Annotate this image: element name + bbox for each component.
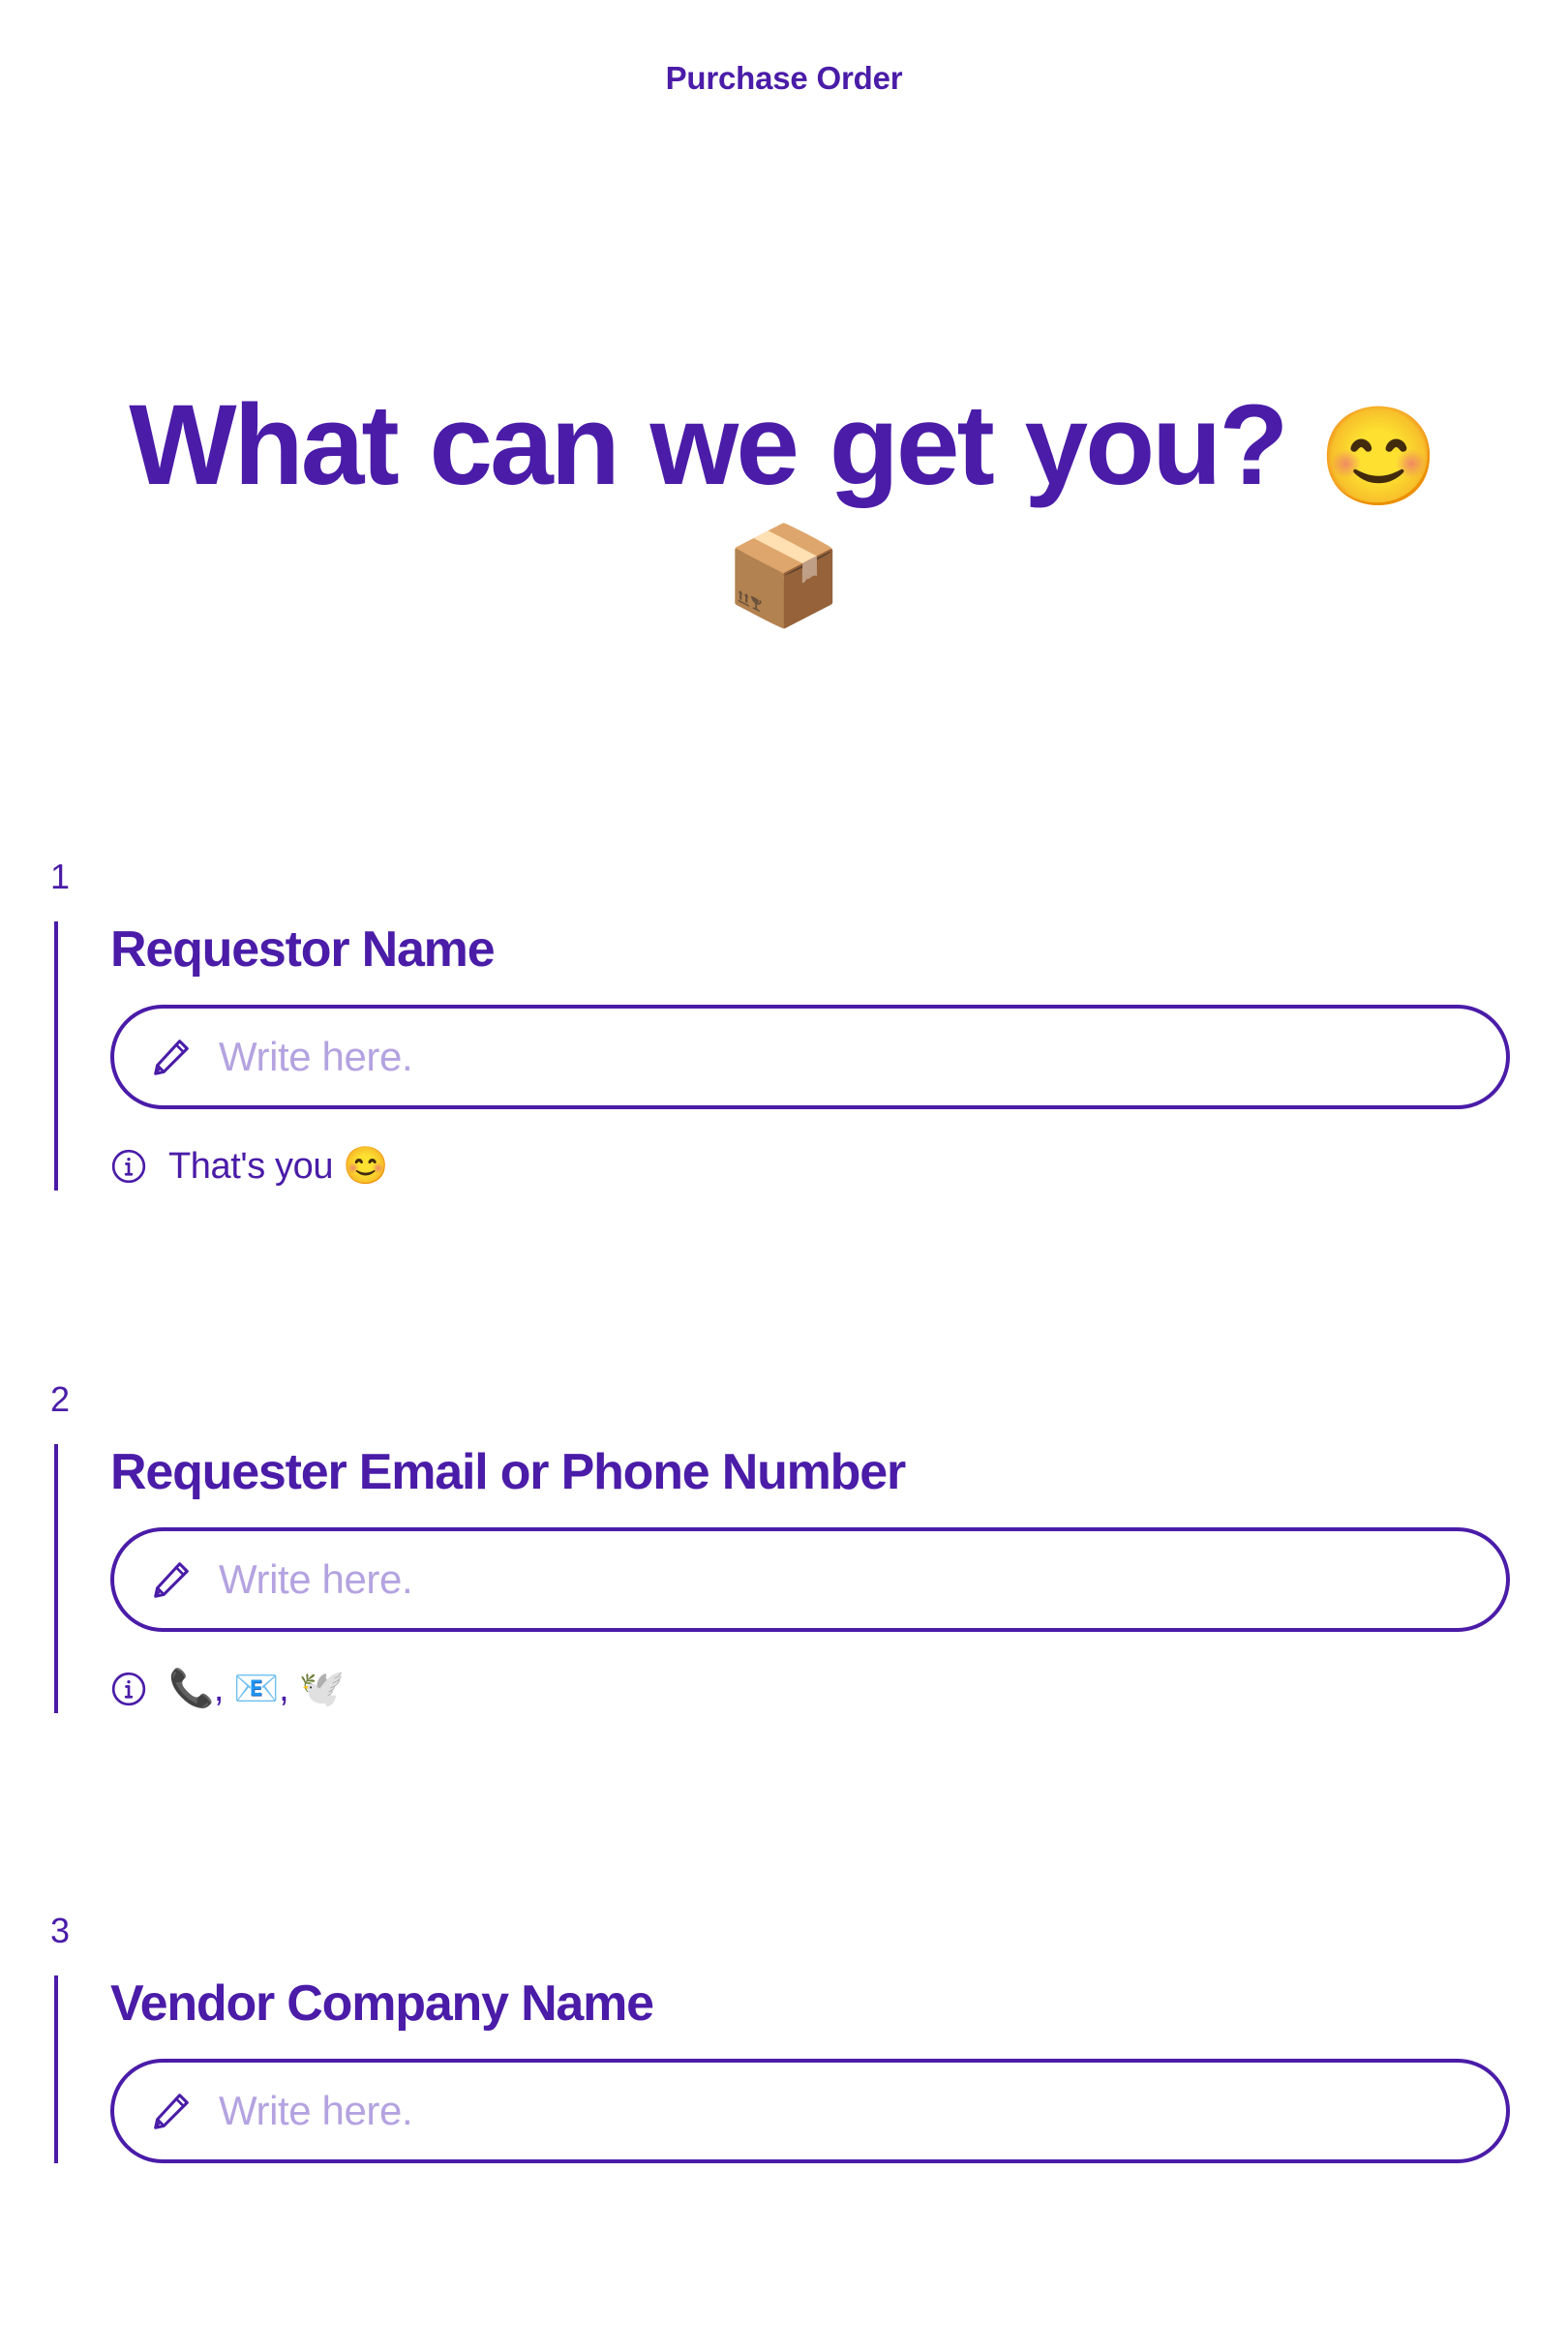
requester-contact-field[interactable]: Write here.: [110, 1527, 1510, 1632]
pencil-icon: [149, 2089, 194, 2133]
vendor-company-name-placeholder: Write here.: [219, 2091, 412, 2131]
info-circle-icon: [110, 1671, 147, 1707]
question-hint-text-1: That's you 😊: [168, 1148, 388, 1185]
question-body-2: Requester Email or Phone Number Write he…: [54, 1444, 1516, 1713]
question-number-2: 2: [50, 1382, 70, 1417]
page-heading-text: What can we get you?: [129, 381, 1285, 509]
question-hint-text-2: 📞, 📧, 🕊️: [168, 1671, 344, 1707]
requester-contact-placeholder: Write here.: [219, 1559, 412, 1600]
purchase-order-form-page: Purchase Order What can we get you? 😊📦 1…: [0, 0, 1568, 2352]
question-hint-1: That's you 😊: [110, 1142, 1516, 1191]
page-heading: What can we get you? 😊📦: [106, 387, 1462, 625]
vendor-company-name-field[interactable]: Write here.: [110, 2059, 1510, 2163]
question-label-2: Requester Email or Phone Number: [110, 1444, 1516, 1500]
question-label-1: Requestor Name: [110, 921, 1516, 978]
question-label-3: Vendor Company Name: [110, 1975, 1516, 2032]
question-number-1: 1: [50, 859, 70, 894]
pencil-icon: [149, 1035, 194, 1079]
requestor-name-placeholder: Write here.: [219, 1037, 412, 1077]
info-circle-icon: [110, 1148, 147, 1185]
question-body-1: Requestor Name Write here.: [54, 921, 1516, 1191]
question-number-3: 3: [50, 1914, 70, 1948]
requestor-name-field[interactable]: Write here.: [110, 1005, 1510, 1109]
form-title: Purchase Order: [0, 60, 1568, 97]
question-body-3: Vendor Company Name Write here.: [54, 1975, 1516, 2163]
question-hint-2: 📞, 📧, 🕊️: [110, 1665, 1516, 1713]
pencil-icon: [149, 1557, 194, 1602]
